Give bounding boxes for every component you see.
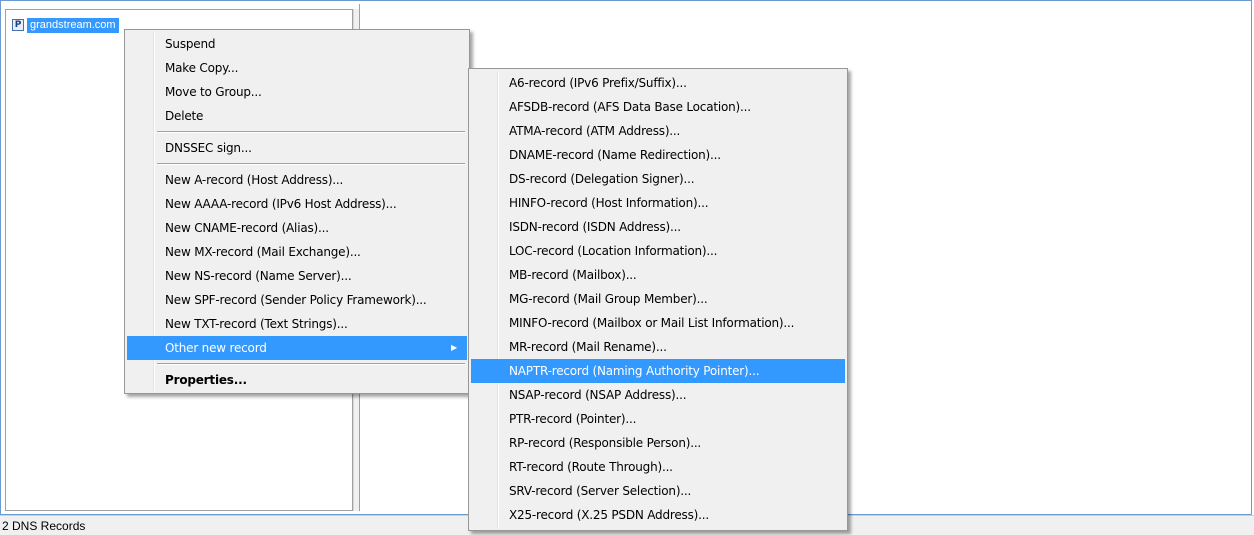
zone-icon: P bbox=[12, 19, 24, 31]
submenu-item-nsap-record[interactable]: NSAP-record (NSAP Address)... bbox=[471, 383, 845, 407]
submenu-item-loc-record[interactable]: LOC-record (Location Information)... bbox=[471, 239, 845, 263]
other-record-submenu: A6-record (IPv6 Prefix/Suffix)... AFSDB-… bbox=[468, 68, 848, 531]
menu-item-new-mx-record[interactable]: New MX-record (Mail Exchange)... bbox=[127, 240, 467, 264]
menu-item-new-a-record[interactable]: New A-record (Host Address)... bbox=[127, 168, 467, 192]
menu-item-label: Other new record bbox=[165, 341, 267, 355]
menu-separator bbox=[157, 163, 465, 165]
submenu-item-isdn-record[interactable]: ISDN-record (ISDN Address)... bbox=[471, 215, 845, 239]
menu-item-other-new-record[interactable]: Other new record ▶ bbox=[127, 336, 467, 360]
menu-separator bbox=[157, 131, 465, 133]
context-menu: Suspend Make Copy... Move to Group... De… bbox=[124, 29, 470, 394]
menu-item-new-cname-record[interactable]: New CNAME-record (Alias)... bbox=[127, 216, 467, 240]
submenu-item-srv-record[interactable]: SRV-record (Server Selection)... bbox=[471, 479, 845, 503]
menu-item-new-ns-record[interactable]: New NS-record (Name Server)... bbox=[127, 264, 467, 288]
menu-item-delete[interactable]: Delete bbox=[127, 104, 467, 128]
menu-item-suspend[interactable]: Suspend bbox=[127, 32, 467, 56]
menu-item-properties[interactable]: Properties... bbox=[127, 368, 467, 392]
submenu-item-ptr-record[interactable]: PTR-record (Pointer)... bbox=[471, 407, 845, 431]
menu-separator bbox=[157, 363, 465, 365]
menu-item-new-spf-record[interactable]: New SPF-record (Sender Policy Framework)… bbox=[127, 288, 467, 312]
tree-item-zone[interactable]: P grandstream.com bbox=[12, 17, 119, 33]
submenu-item-atma-record[interactable]: ATMA-record (ATM Address)... bbox=[471, 119, 845, 143]
tree-item-label: grandstream.com bbox=[27, 17, 119, 33]
submenu-item-rp-record[interactable]: RP-record (Responsible Person)... bbox=[471, 431, 845, 455]
submenu-item-rt-record[interactable]: RT-record (Route Through)... bbox=[471, 455, 845, 479]
submenu-item-mb-record[interactable]: MB-record (Mailbox)... bbox=[471, 263, 845, 287]
menu-item-move-to-group[interactable]: Move to Group... bbox=[127, 80, 467, 104]
menu-item-new-txt-record[interactable]: New TXT-record (Text Strings)... bbox=[127, 312, 467, 336]
submenu-item-ds-record[interactable]: DS-record (Delegation Signer)... bbox=[471, 167, 845, 191]
submenu-item-minfo-record[interactable]: MINFO-record (Mailbox or Mail List Infor… bbox=[471, 311, 845, 335]
menu-item-make-copy[interactable]: Make Copy... bbox=[127, 56, 467, 80]
submenu-item-dname-record[interactable]: DNAME-record (Name Redirection)... bbox=[471, 143, 845, 167]
status-text: 2 DNS Records bbox=[2, 519, 86, 533]
submenu-item-hinfo-record[interactable]: HINFO-record (Host Information)... bbox=[471, 191, 845, 215]
menu-item-new-aaaa-record[interactable]: New AAAA-record (IPv6 Host Address)... bbox=[127, 192, 467, 216]
submenu-item-a6-record[interactable]: A6-record (IPv6 Prefix/Suffix)... bbox=[471, 71, 845, 95]
submenu-item-afsdb-record[interactable]: AFSDB-record (AFS Data Base Location)... bbox=[471, 95, 845, 119]
submenu-item-mr-record[interactable]: MR-record (Mail Rename)... bbox=[471, 335, 845, 359]
menu-item-dnssec-sign[interactable]: DNSSEC sign... bbox=[127, 136, 467, 160]
submenu-item-x25-record[interactable]: X25-record (X.25 PSDN Address)... bbox=[471, 503, 845, 527]
submenu-arrow-icon: ▶ bbox=[451, 343, 457, 352]
submenu-item-naptr-record[interactable]: NAPTR-record (Naming Authority Pointer).… bbox=[471, 359, 845, 383]
submenu-item-mg-record[interactable]: MG-record (Mail Group Member)... bbox=[471, 287, 845, 311]
